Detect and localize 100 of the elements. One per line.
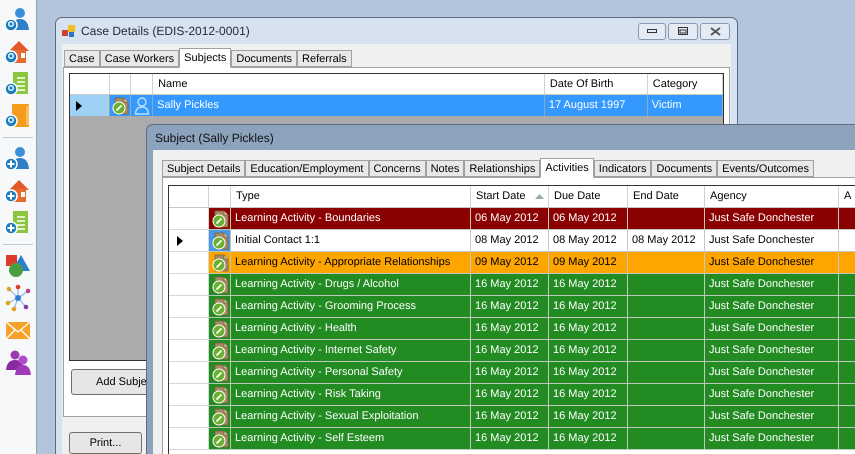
table-cell: Sally Pickles [153,95,545,116]
table-cell [839,384,855,406]
table-cell [839,318,855,340]
tab[interactable]: Events/Outcomes [717,160,814,177]
table-cell: Just Safe Donchester [705,428,839,450]
table-cell: Just Safe Donchester [705,318,839,340]
table-cell: 16 May 2012 [549,384,628,406]
window-title: Subject (Sally Pickles) [155,130,274,146]
table-cell: Just Safe Donchester [705,208,839,230]
tab[interactable]: Referrals [297,50,352,67]
table-cell: Just Safe Donchester [705,384,839,406]
tab[interactable]: Case Workers [100,50,180,67]
document-badge-icon [210,364,228,382]
tab[interactable]: Relationships [464,160,540,177]
table-cell: 17 August 1997 [544,95,648,116]
table-cell: 16 May 2012 [549,406,628,428]
table-cell: 16 May 2012 [471,296,549,318]
table-cell [839,362,855,384]
table-cell: Learning Activity - Personal Safety [231,362,471,384]
current-row-icon [76,100,82,110]
tab[interactable]: Indicators [594,160,652,177]
table-cell: 16 May 2012 [471,362,549,384]
house-search-icon[interactable] [4,38,32,66]
table-cell: 16 May 2012 [471,274,549,296]
people-icon[interactable] [4,348,32,376]
table-cell: Learning Activity - Health [231,318,471,340]
table-cell: Learning Activity - Drugs / Alcohol [231,274,471,296]
table-cell: Learning Activity - Appropriate Relationships [231,252,471,274]
person-add-icon[interactable] [4,145,32,173]
table-cell: 16 May 2012 [471,384,549,406]
tab[interactable]: Documents [651,160,718,177]
table-cell: Initial Contact 1:1 [231,230,471,252]
maximize-icon [678,27,688,35]
table-cell: Just Safe Donchester [705,252,839,274]
table-cell: 08 May 2012 [549,230,628,252]
table-cell: Learning Activity - Sexual Exploitation [231,406,471,428]
table-cell: 16 May 2012 [471,406,549,428]
table-cell [839,406,855,428]
print-button[interactable]: Print... [69,432,142,454]
table-cell: 09 May 2012 [549,252,628,274]
person-search-icon[interactable] [4,6,32,34]
table-cell: Just Safe Donchester [705,362,839,384]
app-icon [62,24,76,38]
network-icon[interactable] [4,284,32,312]
table-cell: Learning Activity - Grooming Process [231,296,471,318]
document-badge-icon [210,408,228,426]
table-cell: 08 May 2012 [471,230,549,252]
table-cell: 16 May 2012 [549,340,628,362]
tab[interactable]: Activities [540,158,594,178]
table-cell: 08 May 2012 [628,230,705,252]
table-cell: 16 May 2012 [549,362,628,384]
person-icon [134,96,150,114]
table-cell [839,428,855,450]
table-cell: 16 May 2012 [549,318,628,340]
shapes-icon[interactable] [4,252,32,280]
table-cell: Learning Activity - Self Esteem [231,428,471,450]
current-row-icon [177,236,183,246]
tab[interactable]: Subjects [179,48,232,68]
tab[interactable]: Case [64,50,100,67]
table-cell: Just Safe Donchester [705,340,839,362]
table-cell: Learning Activity - Internet Safety [231,340,471,362]
table-cell: 06 May 2012 [471,208,549,230]
table-cell: Just Safe Donchester [705,296,839,318]
tab[interactable]: Notes [426,160,464,177]
table-cell: 09 May 2012 [471,252,549,274]
table-cell: Learning Activity - Risk Taking [231,384,471,406]
document-badge-icon [210,320,228,338]
document-badge-icon [210,210,228,228]
row-header[interactable] [70,95,110,116]
table-cell: 16 May 2012 [549,274,628,296]
document-badge-icon [210,276,228,294]
table-cell [839,296,855,318]
table-cell: Just Safe Donchester [705,230,839,252]
table-cell [839,252,855,274]
table-cell: 06 May 2012 [549,208,628,230]
table-cell: Victim [648,95,723,116]
tab[interactable]: Documents [231,50,298,67]
document-badge-icon [210,430,228,448]
folder-search-icon[interactable] [4,102,32,130]
document-badge-icon [210,298,228,316]
window-title: Case Details (EDIS-2012-0001) [81,23,250,40]
tab[interactable]: Subject Details [162,160,246,177]
table-cell: 16 May 2012 [549,296,628,318]
table-cell: 16 May 2012 [471,340,549,362]
close-button[interactable] [700,22,730,40]
table-cell: Just Safe Donchester [705,406,839,428]
table-cell [839,274,855,296]
tab[interactable]: Education/Employment [245,160,368,177]
maximize-button[interactable] [668,22,698,40]
document-badge-icon [210,342,228,360]
house-add-icon[interactable] [4,177,32,205]
document-badge-icon [210,232,228,250]
document-badge-icon [111,96,130,114]
add-subject-button[interactable]: Add Subje [71,369,147,395]
minimize-button[interactable] [638,22,666,40]
row-header[interactable] [169,230,209,252]
tab[interactable]: Concerns [368,160,426,177]
table-cell [839,340,855,362]
table-cell: 16 May 2012 [549,428,628,450]
table-cell: 16 May 2012 [471,318,549,340]
